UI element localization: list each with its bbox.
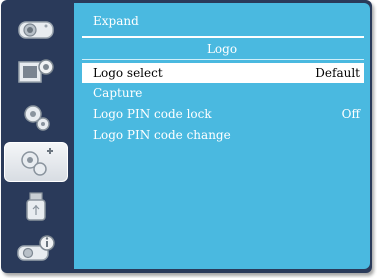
menu-item-label: Logo select [93, 66, 163, 80]
menu-item-logo-pin-code-lock[interactable]: Logo PIN code lock Off [82, 104, 364, 124]
page-title: Logo [206, 42, 238, 56]
divider [82, 59, 364, 60]
menu-item-label: Logo PIN code lock [93, 107, 212, 121]
projector-icon [18, 21, 54, 39]
menu-item-capture[interactable]: Capture [82, 83, 364, 103]
divider [82, 36, 364, 38]
menu-item-logo-select[interactable]: Logo select Default [82, 63, 364, 83]
menu-item-value: Default [315, 66, 360, 80]
menu-panel: Expand Logo Logo select Default Capture … [74, 3, 370, 269]
menu-item-logo-pin-code-change[interactable]: Logo PIN code change [82, 125, 364, 145]
tab-info[interactable] [4, 229, 68, 269]
image-settings-icon [18, 59, 54, 83]
tab-display[interactable] [4, 7, 68, 47]
menu-item-value: Off [341, 107, 360, 121]
tab-image[interactable] [4, 52, 68, 92]
menu-item-label: Capture [93, 86, 143, 100]
setting-gear-icon [24, 105, 50, 131]
breadcrumb: Expand [93, 14, 139, 28]
menu-window: Expand Logo Logo select Default Capture … [1, 0, 372, 273]
tab-usb[interactable] [4, 186, 68, 226]
tab-setting[interactable] [4, 97, 68, 137]
menu-sidebar [4, 3, 68, 269]
info-projector-icon [17, 235, 55, 261]
tab-expand[interactable] [4, 142, 68, 182]
expanded-setting-gear-icon [21, 148, 53, 176]
menu-item-label: Logo PIN code change [93, 128, 231, 142]
usb-memory-icon [26, 192, 46, 221]
